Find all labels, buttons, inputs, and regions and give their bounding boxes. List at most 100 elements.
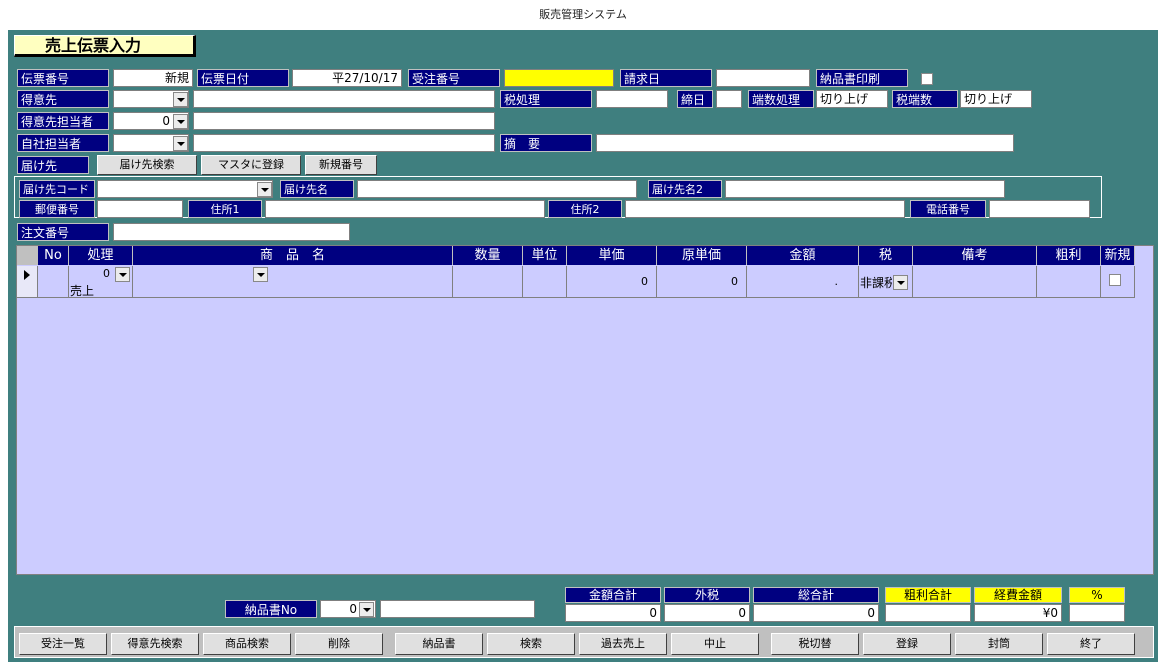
cell-price[interactable]: 0 — [567, 266, 657, 298]
own-staff-name-field[interactable] — [193, 134, 495, 152]
expense-label: 経費金額 — [974, 587, 1062, 603]
cell-new[interactable] — [1101, 266, 1135, 298]
cell-no[interactable] — [38, 266, 69, 298]
customer-name-field[interactable] — [193, 90, 495, 108]
ship-to-name-label: 届け先名 — [280, 180, 354, 198]
summary-field[interactable] — [596, 134, 1014, 152]
exit-button[interactable]: 終了 — [1047, 633, 1135, 655]
invoice-date-label: 請求日 — [620, 69, 712, 87]
order-no-field[interactable] — [504, 69, 614, 87]
detail-grid: No 処理 商 品 名 数量 単位 単価 原単価 金額 税 備考 粗利 新規 0… — [16, 245, 1154, 575]
delivery-print-label: 納品書印刷 — [816, 69, 908, 87]
tax-rounding-field[interactable]: 切り上げ — [960, 90, 1032, 108]
col-qty: 数量 — [453, 246, 523, 265]
delivery-no-label: 納品書No — [225, 600, 317, 618]
product-search-button[interactable]: 商品検索 — [203, 633, 291, 655]
ship-to-code-label: 届け先コード — [19, 180, 95, 198]
address2-field[interactable] — [625, 200, 905, 218]
grand-total-field[interactable]: 0 — [753, 604, 879, 622]
past-sales-button[interactable]: 過去売上 — [579, 633, 667, 655]
zip-label: 郵便番号 — [19, 200, 95, 218]
customer-staff-dropdown-icon[interactable] — [173, 114, 188, 129]
process-dropdown-icon[interactable] — [115, 267, 130, 282]
col-note: 備考 — [913, 246, 1037, 265]
search-button[interactable]: 検索 — [487, 633, 575, 655]
cell-qty[interactable] — [453, 266, 523, 298]
master-register-button[interactable]: マスタに登録 — [201, 155, 301, 175]
address1-label: 住所1 — [188, 200, 262, 218]
tax-handling-label: 税処理 — [500, 90, 592, 108]
tax-handling-field[interactable] — [596, 90, 668, 108]
process-name: 売上 — [70, 284, 95, 298]
order-no-label: 受注番号 — [408, 69, 500, 87]
closing-day-field[interactable] — [716, 90, 742, 108]
delivery-no-dropdown-icon[interactable] — [359, 602, 374, 617]
tax-dropdown-icon[interactable] — [893, 275, 908, 290]
expense-field[interactable]: ¥0 — [974, 604, 1062, 622]
cell-note[interactable] — [913, 266, 1037, 298]
col-new: 新規 — [1101, 246, 1135, 265]
cell-amount[interactable]: . — [747, 266, 859, 298]
phone-field[interactable] — [989, 200, 1090, 218]
slip-date-label: 伝票日付 — [197, 69, 289, 87]
address1-field[interactable] — [265, 200, 545, 218]
process-code: 0 — [103, 267, 110, 280]
delivery-slip-button[interactable]: 納品書 — [395, 633, 483, 655]
ship-to-search-button[interactable]: 届け先検索 — [97, 155, 197, 175]
total-amount-field[interactable]: 0 — [565, 604, 661, 622]
row-selector[interactable] — [17, 266, 38, 298]
cell-cost[interactable]: 0 — [657, 266, 747, 298]
ship-to-code-field[interactable] — [97, 180, 273, 198]
ship-to-name2-label: 届け先名2 — [648, 180, 722, 198]
customer-order-no-label: 注文番号 — [17, 223, 109, 241]
address2-label: 住所2 — [548, 200, 622, 218]
tax-value: 非課税 — [860, 276, 892, 290]
slip-date-field[interactable]: 平27/10/17 — [292, 69, 402, 87]
product-dropdown-icon[interactable] — [253, 267, 268, 282]
col-no: No — [38, 246, 69, 265]
cancel-button[interactable]: 中止 — [671, 633, 759, 655]
tax-switch-button[interactable]: 税切替 — [771, 633, 859, 655]
slip-no-field[interactable]: 新規 — [113, 69, 193, 87]
own-staff-dropdown-icon[interactable] — [173, 136, 188, 151]
delivery-no-text-field[interactable] — [380, 600, 535, 618]
col-cost: 原単価 — [657, 246, 747, 265]
cell-profit[interactable] — [1037, 266, 1101, 298]
delete-button[interactable]: 削除 — [295, 633, 383, 655]
ship-to-code-dropdown-icon[interactable] — [257, 182, 272, 197]
ship-to-name2-field[interactable] — [725, 180, 1005, 198]
profit-total-field[interactable] — [885, 604, 971, 622]
cell-unit[interactable] — [523, 266, 567, 298]
grid-corner — [17, 246, 38, 265]
outer-tax-field[interactable]: 0 — [664, 604, 750, 622]
outer-tax-label: 外税 — [664, 587, 750, 603]
cell-tax[interactable]: 非課税 — [859, 266, 913, 298]
ship-to-name-field[interactable] — [357, 180, 637, 198]
ship-to-label: 届け先 — [17, 156, 89, 174]
rounding-field[interactable]: 切り上げ — [816, 90, 888, 108]
closing-day-label: 締日 — [677, 90, 713, 108]
order-list-button[interactable]: 受注一覧 — [19, 633, 107, 655]
grand-total-label: 総合計 — [753, 587, 879, 603]
envelope-button[interactable]: 封筒 — [955, 633, 1043, 655]
register-button[interactable]: 登録 — [863, 633, 951, 655]
new-number-button[interactable]: 新規番号 — [305, 155, 377, 175]
delivery-print-checkbox[interactable] — [921, 73, 933, 85]
customer-dropdown-icon[interactable] — [173, 92, 188, 107]
customer-staff-label: 得意先担当者 — [17, 112, 109, 130]
customer-order-no-field[interactable] — [113, 223, 350, 241]
cell-product[interactable] — [133, 266, 453, 298]
customer-search-button[interactable]: 得意先検索 — [111, 633, 199, 655]
col-profit: 粗利 — [1037, 246, 1101, 265]
col-amount: 金額 — [747, 246, 859, 265]
percent-field[interactable] — [1069, 604, 1125, 622]
cell-process[interactable]: 0 売上 — [69, 266, 133, 298]
zip-field[interactable] — [97, 200, 183, 218]
invoice-date-field[interactable] — [716, 69, 810, 87]
new-checkbox[interactable] — [1109, 274, 1121, 286]
customer-staff-name-field[interactable] — [193, 112, 495, 130]
col-product: 商 品 名 — [133, 246, 453, 265]
col-price: 単価 — [567, 246, 657, 265]
profit-total-label: 粗利合計 — [885, 587, 971, 603]
col-tax: 税 — [859, 246, 913, 265]
